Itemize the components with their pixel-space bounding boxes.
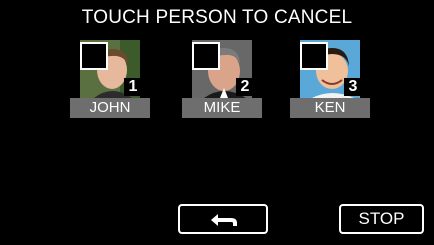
- stop-button-label: STOP: [358, 209, 405, 228]
- person-name-label: JOHN: [70, 98, 150, 118]
- person-name-label: KEN: [290, 98, 370, 118]
- person-card-john[interactable]: 1 JOHN: [70, 40, 150, 120]
- cancel-checkbox[interactable]: [192, 42, 220, 70]
- return-arrow-icon: [205, 212, 241, 228]
- stop-button[interactable]: STOP: [339, 204, 424, 234]
- person-number-badge: 3: [344, 78, 362, 96]
- cancel-checkbox[interactable]: [80, 42, 108, 70]
- screen-title: TOUCH PERSON TO CANCEL: [81, 7, 353, 28]
- cancel-checkbox[interactable]: [300, 42, 328, 70]
- person-number-badge: 1: [124, 78, 142, 96]
- back-button[interactable]: [178, 204, 268, 234]
- person-name-label: MIKE: [182, 98, 262, 118]
- person-number-badge: 2: [236, 78, 254, 96]
- person-card-ken[interactable]: 3 KEN: [290, 40, 370, 120]
- person-card-mike[interactable]: 2 MIKE: [182, 40, 262, 120]
